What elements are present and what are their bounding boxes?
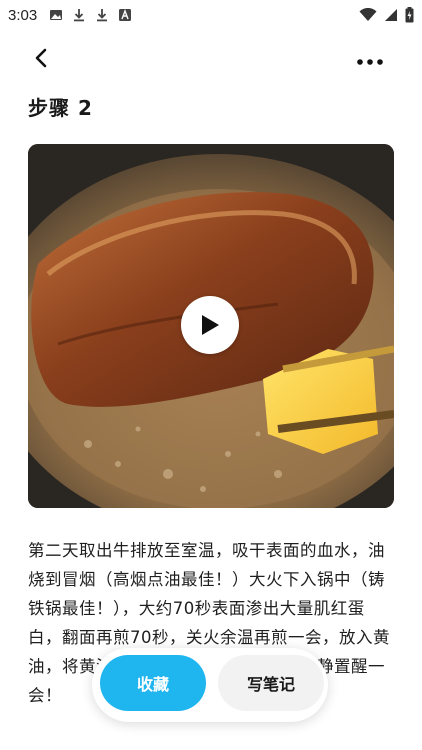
download-icon: [97, 9, 108, 22]
system-icons: [359, 7, 414, 23]
play-button[interactable]: [181, 296, 239, 354]
step-title: 步骤 2: [28, 96, 93, 120]
step-video[interactable]: [28, 144, 394, 508]
battery-icon: [405, 7, 414, 23]
chevron-left-icon: [35, 48, 47, 68]
back-button[interactable]: [30, 46, 54, 70]
write-note-button[interactable]: 写笔记: [218, 655, 324, 711]
top-navigation: [0, 40, 422, 76]
signal-icon: [385, 9, 397, 21]
status-time: 3:03: [8, 6, 38, 24]
collect-button[interactable]: 收藏: [100, 655, 206, 711]
notification-icons: [49, 8, 132, 22]
more-horizontal-icon: [357, 59, 383, 65]
wifi-icon: [359, 8, 377, 21]
font-icon: [119, 9, 132, 21]
play-icon: [202, 315, 219, 335]
status-bar: 3:03: [0, 0, 422, 30]
download-icon: [74, 9, 85, 22]
image-icon: [50, 10, 63, 20]
more-button[interactable]: [356, 52, 384, 65]
